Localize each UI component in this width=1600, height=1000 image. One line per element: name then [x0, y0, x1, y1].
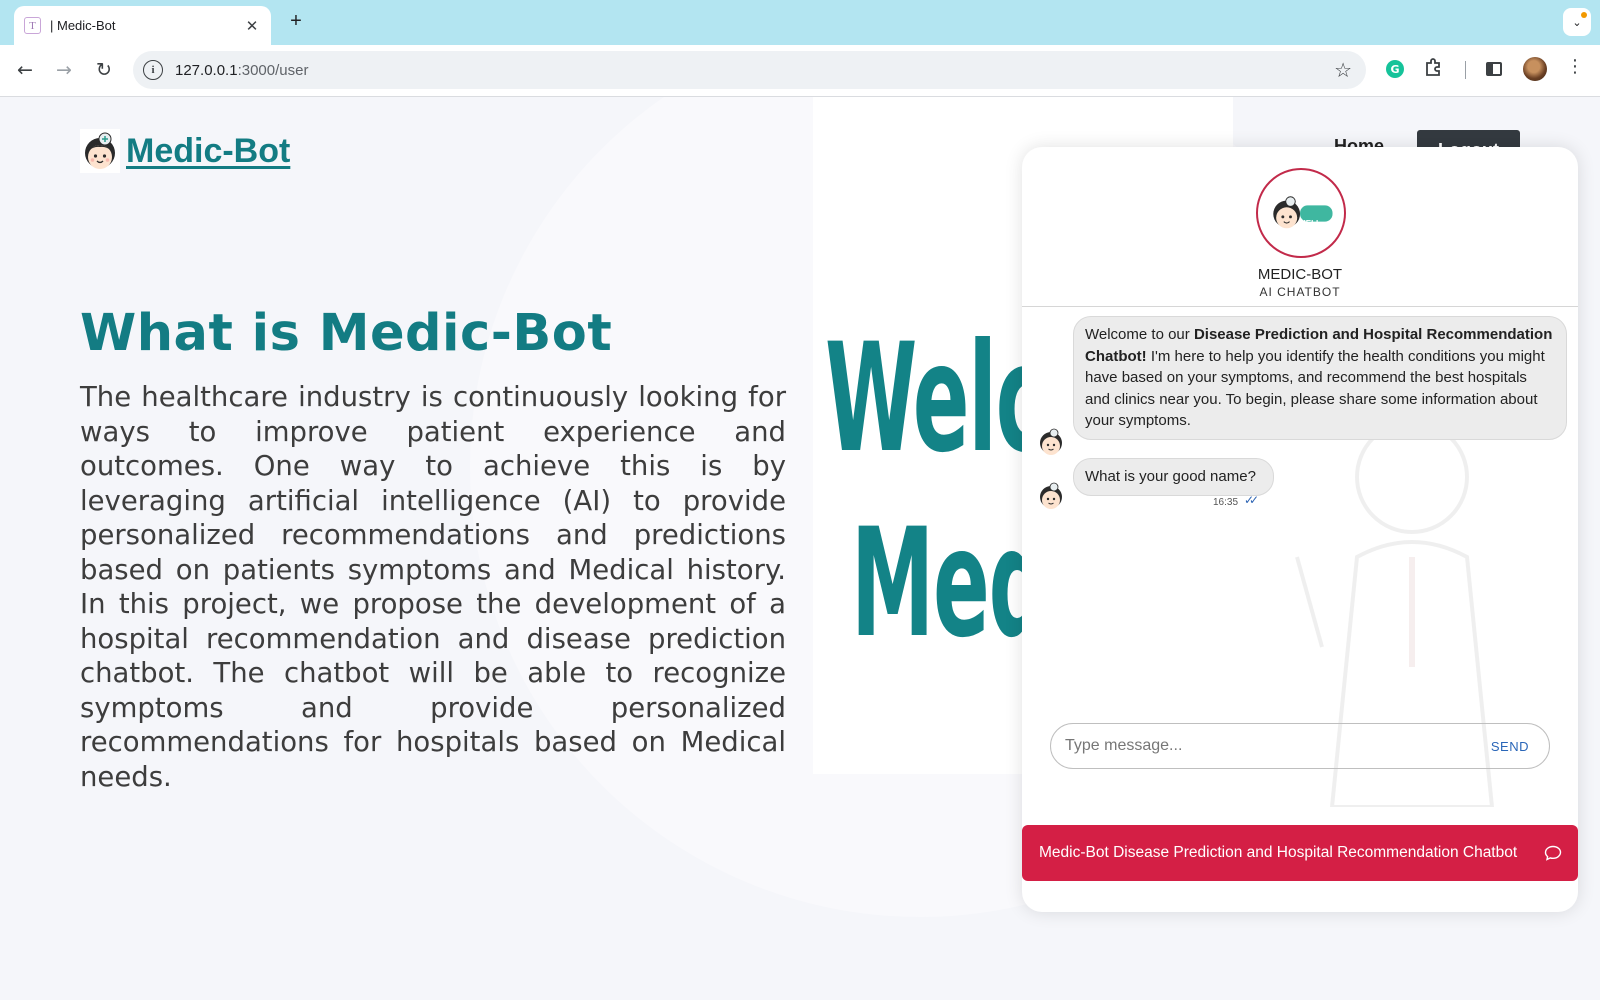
message-text: Welcome to our — [1085, 326, 1194, 343]
brand-name[interactable]: Medic-Bot — [126, 132, 290, 171]
hero-title: What is Medic-Bot — [80, 304, 613, 363]
url-path: :3000/user — [237, 61, 309, 79]
message-text-cont: I'm here to help you identify the health… — [1085, 347, 1545, 430]
chatbot-launcher-bar[interactable]: Medic-Bot Disease Prediction and Hospita… — [1022, 825, 1578, 881]
address-bar[interactable]: i 127.0.0.1:3000/user ☆ — [133, 51, 1366, 89]
chatbot-name: MEDIC-BOT — [1257, 266, 1343, 283]
site-info-icon[interactable]: i — [143, 60, 163, 80]
bot-avatar-icon — [1040, 482, 1062, 509]
toolbar-divider — [1465, 61, 1466, 79]
back-arrow-icon[interactable]: ← — [12, 57, 38, 83]
message-input[interactable] — [1065, 737, 1491, 755]
browser-toolbar: ← → ↻ i 127.0.0.1:3000/user ☆ — [0, 45, 1600, 97]
hero-description: The healthcare industry is continuously … — [80, 381, 786, 793]
chatbot-window: HELL MEDIC-BOT AI CHATBOT Welcome to our… — [1022, 147, 1578, 912]
side-panel-icon[interactable] — [1486, 62, 1502, 76]
chatbot-subtitle: AI CHATBOT — [1259, 285, 1341, 299]
grammarly-extension-icon[interactable]: G — [1386, 60, 1404, 78]
browser-tab-strip: T | Medic-Bot ✕ + ⌄ — [0, 0, 1600, 45]
message-timestamp: 16:35 — [1213, 497, 1239, 508]
url-text: 127.0.0.1:3000/user — [175, 62, 308, 79]
profile-avatar[interactable] — [1523, 57, 1547, 81]
tab-search-button[interactable]: ⌄ — [1563, 8, 1591, 36]
notification-dot — [1581, 12, 1587, 18]
bot-avatar-icon — [1040, 428, 1062, 455]
url-host: 127.0.0.1 — [175, 61, 238, 79]
bot-message: Welcome to our Disease Prediction and Ho… — [1073, 316, 1567, 440]
chat-avatar-badge: HELL — [1300, 219, 1321, 228]
chevron-down-icon: ⌄ — [1572, 15, 1582, 29]
brand-link[interactable]: Medic-Bot — [80, 129, 290, 173]
read-receipt-icon: ✓✓ — [1244, 493, 1259, 507]
more-menu-icon[interactable]: ⋮ — [1566, 56, 1584, 77]
chatbot-launcher-label: Medic-Bot Disease Prediction and Hospita… — [1039, 844, 1518, 861]
chatbot-avatar-icon — [1256, 168, 1346, 258]
new-tab-button[interactable]: + — [285, 10, 307, 33]
extensions-puzzle-icon[interactable] — [1424, 57, 1444, 82]
browser-tab[interactable]: T | Medic-Bot ✕ — [14, 6, 271, 45]
bookmark-star-icon[interactable]: ☆ — [1334, 58, 1352, 82]
bot-message: What is your good name? — [1073, 458, 1274, 496]
message-text: What is your good name? — [1085, 468, 1256, 485]
chat-header: HELL MEDIC-BOT AI CHATBOT — [1022, 147, 1578, 307]
forward-arrow-icon[interactable]: → — [51, 57, 77, 83]
message-composer: SEND — [1050, 723, 1550, 769]
reload-icon[interactable]: ↻ — [91, 57, 117, 83]
favicon-icon: T — [24, 17, 41, 34]
chat-bubble-icon — [1544, 845, 1562, 861]
send-button[interactable]: SEND — [1491, 739, 1529, 754]
close-tab-icon[interactable]: ✕ — [243, 17, 261, 35]
tab-title: | Medic-Bot — [50, 18, 116, 33]
doctor-bot-logo-icon — [80, 129, 120, 173]
